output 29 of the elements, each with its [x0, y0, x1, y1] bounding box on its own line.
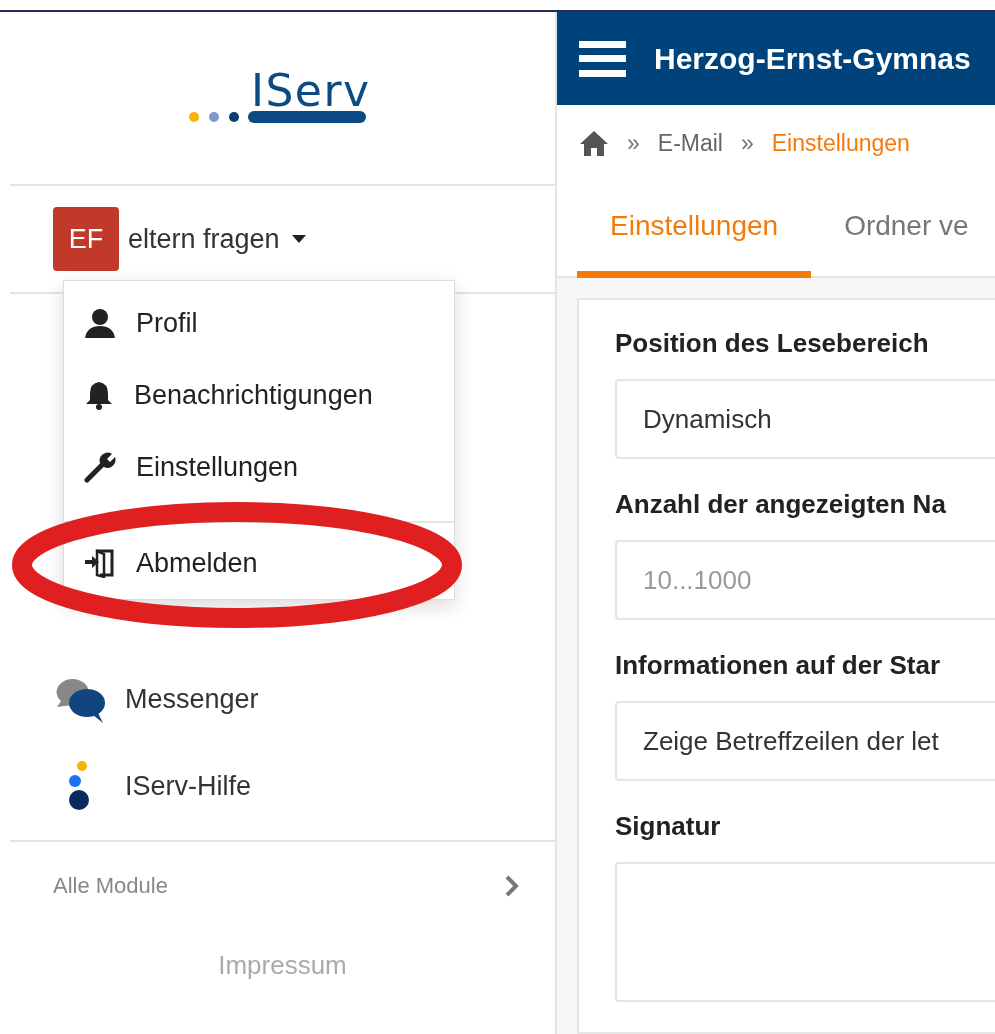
breadcrumb-link[interactable]: E-Mail [657, 129, 723, 157]
menu-item[interactable]: Benachrichtigungen [64, 359, 454, 431]
sidebar-item[interactable]: Messenger [10, 656, 555, 743]
select-field[interactable]: Dynamisch [615, 379, 995, 459]
school-title: Herzog-Ernst-Gymnas [654, 41, 971, 76]
breadcrumb-separator: » [740, 129, 754, 157]
menu-item[interactable]: Profil [64, 287, 454, 359]
tab[interactable]: Ordner ve [811, 181, 995, 278]
user-avatar: EF [53, 207, 119, 271]
select-field[interactable]: Zeige Betreffzeilen der let [615, 701, 995, 781]
all-modules-link[interactable]: Alle Module [10, 842, 555, 930]
breadcrumb-separator: » [627, 129, 640, 157]
input-field[interactable]: 10...1000 [615, 540, 995, 620]
user-menu-toggle[interactable]: eltern fragen [128, 223, 306, 255]
wrench-icon [84, 451, 116, 483]
menu-item[interactable]: Einstellungen [64, 431, 454, 503]
field-label: Anzahl der angezeigten Na [615, 489, 947, 520]
caret-icon [291, 235, 306, 243]
sidebar-item[interactable]: IServ-Hilfe [10, 743, 555, 830]
field-label: Position des Lesebereich [615, 328, 930, 359]
sign-out-icon [84, 548, 116, 578]
field-label: Informationen auf der Star [615, 650, 942, 681]
person-icon [84, 308, 116, 338]
iserv-logo: IServ [187, 68, 378, 128]
home-icon[interactable] [579, 130, 609, 157]
chevron-right-icon [505, 875, 519, 897]
menu-icon[interactable] [579, 40, 626, 77]
field-label: Signatur [615, 811, 722, 842]
bell-icon [84, 380, 114, 410]
